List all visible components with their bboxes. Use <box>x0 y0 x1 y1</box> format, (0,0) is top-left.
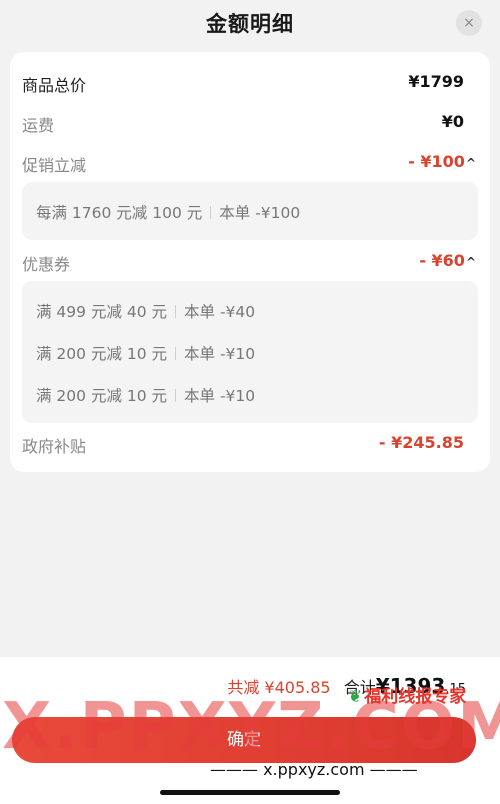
coupon-item-applied: 本单 -¥40 <box>184 303 256 321</box>
chevron-up-icon[interactable]: ^ <box>466 156 476 170</box>
subsidy-label: 政府补贴 <box>22 437 87 456</box>
promotion-item-rule: 每满 1760 元减 100 元 <box>36 204 203 222</box>
chevron-up-icon[interactable]: ^ <box>466 255 476 269</box>
coupon-item: 满 499 元减 40 元本单 -¥40 <box>36 300 255 322</box>
close-icon[interactable]: × <box>456 10 482 36</box>
coupon-value-group: - ¥60^ <box>419 251 476 270</box>
total-decimal: .15 <box>445 682 466 697</box>
goods-total-label: 商品总价 <box>22 76 87 95</box>
coupon-item: 满 200 元减 10 元本单 -¥10 <box>36 342 255 364</box>
promotion-value-group: - ¥100^ <box>408 152 476 171</box>
checkout-footer: 共减 ¥405.85 合计¥1393.15 确定 <box>0 657 500 804</box>
total-label: 合计 <box>343 678 376 697</box>
divider <box>210 206 212 219</box>
total-currency: ¥ <box>375 674 390 698</box>
coupon-item-rule: 满 200 元减 10 元 <box>36 387 168 405</box>
page-title: 金额明细 <box>206 12 294 36</box>
divider <box>175 389 177 402</box>
coupon-item-applied: 本单 -¥10 <box>184 387 256 405</box>
saved-amount: 共减 ¥405.85 <box>227 678 331 697</box>
shipping-label: 运费 <box>22 116 55 135</box>
subsidy-row: 政府补贴 - ¥245.85 <box>22 429 478 459</box>
total-integer: 1393 <box>389 674 446 698</box>
promotion-row[interactable]: 促销立减 - ¥100^ <box>22 148 478 178</box>
promotion-detail-box: 每满 1760 元减 100 元本单 -¥100 <box>22 182 478 240</box>
coupon-item-rule: 满 200 元减 10 元 <box>36 345 168 363</box>
shipping-value: ¥0 <box>441 112 464 131</box>
coupon-value: - ¥60 <box>419 251 465 270</box>
coupon-item-applied: 本单 -¥10 <box>184 345 256 363</box>
home-indicator <box>160 790 340 795</box>
goods-total-value: ¥1799 <box>408 72 464 91</box>
subsidy-value: - ¥245.85 <box>378 433 464 452</box>
divider <box>175 305 177 318</box>
coupon-detail-box: 满 499 元减 40 元本单 -¥40 满 200 元减 10 元本单 -¥1… <box>22 281 478 423</box>
confirm-button[interactable]: 确定 <box>12 717 476 763</box>
shipping-row: 运费 ¥0 <box>22 108 478 138</box>
promotion-item: 每满 1760 元减 100 元本单 -¥100 <box>36 201 300 223</box>
coupon-label: 优惠券 <box>22 255 71 274</box>
coupon-item-rule: 满 499 元减 40 元 <box>36 303 168 321</box>
goods-total-row: 商品总价 ¥1799 <box>22 68 478 98</box>
promotion-value: - ¥100 <box>408 152 465 171</box>
amount-detail-card: 商品总价 ¥1799 运费 ¥0 促销立减 - ¥100^ 每满 1760 元减… <box>10 52 490 472</box>
sheet-header: 金额明细 × <box>0 0 500 45</box>
divider <box>175 347 177 360</box>
coupon-item: 满 200 元减 10 元本单 -¥10 <box>36 384 255 406</box>
coupon-row[interactable]: 优惠券 - ¥60^ <box>22 247 478 277</box>
total-summary: 共减 ¥405.85 合计¥1393.15 <box>227 674 466 698</box>
promotion-label: 促销立减 <box>22 156 87 175</box>
promotion-item-applied: 本单 -¥100 <box>219 204 301 222</box>
